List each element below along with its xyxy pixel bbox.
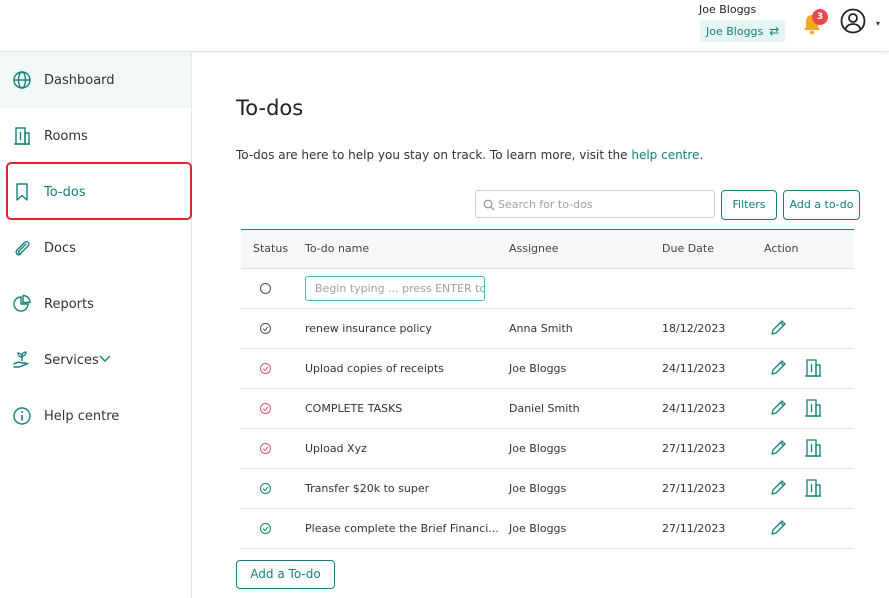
intro-text-body: To-dos are here to help you stay on trac… — [236, 148, 632, 162]
search-icon — [483, 199, 495, 211]
account-switcher[interactable]: Joe Bloggs ⇄ — [700, 20, 785, 42]
new-todo-row — [241, 269, 854, 309]
check-circle-icon[interactable] — [259, 522, 272, 535]
table-header: Status To-do name Assignee Due Date Acti… — [241, 229, 854, 269]
building-icon — [14, 127, 30, 145]
todo-name[interactable]: renew insurance policy — [305, 322, 432, 335]
plant-hand-icon — [13, 351, 29, 368]
todo-assignee: Joe Bloggs — [509, 482, 567, 495]
search-box — [475, 190, 715, 218]
sidebar-item-label: Help centre — [44, 408, 120, 424]
pie-chart-icon — [13, 294, 31, 312]
search-input[interactable] — [498, 195, 708, 213]
pencil-icon[interactable] — [768, 398, 788, 418]
check-circle-icon[interactable] — [259, 402, 272, 415]
todo-assignee: Joe Bloggs — [509, 522, 567, 535]
table-row[interactable]: Transfer $20k to super Joe Bloggs 27/11/… — [241, 469, 854, 509]
table-row[interactable]: Upload copies of receipts Joe Bloggs 24/… — [241, 349, 854, 389]
check-circle-icon[interactable] — [259, 322, 272, 335]
help-centre-link[interactable]: help centre — [631, 148, 699, 162]
add-todo-button[interactable]: Add a to-do — [783, 190, 860, 220]
todo-assignee: Daniel Smith — [509, 402, 580, 415]
sidebar-item-dashboard[interactable]: Dashboard — [0, 52, 191, 108]
table-row[interactable]: COMPLETE TASKS Daniel Smith 24/11/2023 — [241, 389, 854, 429]
table-row[interactable]: renew insurance policy Anna Smith 18/12/… — [241, 309, 854, 349]
page-title: To-dos — [236, 96, 304, 120]
todo-name[interactable]: Transfer $20k to super — [305, 482, 429, 495]
todo-name[interactable]: COMPLETE TASKS — [305, 402, 402, 415]
sidebar: Dashboard Rooms To-dos Docs Reports Serv… — [0, 52, 192, 598]
switch-icon: ⇄ — [769, 24, 780, 38]
sidebar-item-label: Dashboard — [44, 72, 115, 88]
todo-assignee: Anna Smith — [509, 322, 573, 335]
todo-due-date: 24/11/2023 — [662, 362, 726, 375]
filters-button[interactable]: Filters — [721, 190, 777, 220]
top-bar: Joe Bloggs Joe Bloggs ⇄ 3 ▾ — [0, 0, 889, 52]
check-circle-icon[interactable] — [259, 482, 272, 495]
globe-icon — [13, 71, 31, 89]
column-header-action: Action — [764, 242, 799, 255]
sidebar-item-rooms[interactable]: Rooms — [0, 108, 191, 164]
building-icon[interactable] — [803, 478, 823, 498]
intro-text-end: . — [699, 148, 704, 162]
todo-due-date: 27/11/2023 — [662, 442, 726, 455]
pencil-icon[interactable] — [768, 478, 788, 498]
check-circle-icon[interactable] — [259, 442, 272, 455]
new-todo-input[interactable] — [305, 276, 485, 301]
pencil-icon[interactable] — [768, 358, 788, 378]
todo-name[interactable]: Upload copies of receipts — [305, 362, 444, 375]
building-icon[interactable] — [803, 398, 823, 418]
sidebar-item-help-centre[interactable]: Help centre — [0, 388, 191, 444]
sidebar-item-services[interactable]: Services — [0, 332, 191, 388]
empty-circle-icon[interactable] — [259, 282, 272, 295]
selection-highlight — [6, 162, 192, 220]
sidebar-item-label: Rooms — [44, 128, 88, 144]
todo-due-date: 27/11/2023 — [662, 482, 726, 495]
account-label: Joe Bloggs — [706, 25, 764, 38]
todo-due-date: 24/11/2023 — [662, 402, 726, 415]
todo-due-date: 18/12/2023 — [662, 322, 726, 335]
chevron-down-icon[interactable] — [98, 354, 112, 364]
building-icon[interactable] — [803, 358, 823, 378]
pencil-icon[interactable] — [768, 318, 788, 338]
table-row[interactable]: Upload Xyz Joe Bloggs 27/11/2023 — [241, 429, 854, 469]
column-header-due-date: Due Date — [662, 242, 714, 255]
user-name: Joe Bloggs — [699, 3, 757, 16]
building-icon[interactable] — [803, 438, 823, 458]
todo-assignee: Joe Bloggs — [509, 442, 567, 455]
add-todo-bottom-button[interactable]: Add a To-do — [236, 560, 335, 589]
todo-due-date: 27/11/2023 — [662, 522, 726, 535]
pencil-icon[interactable] — [768, 438, 788, 458]
todo-name[interactable]: Please complete the Brief Financi... — [305, 522, 499, 535]
user-avatar-icon[interactable] — [840, 8, 866, 34]
intro-text: To-dos are here to help you stay on trac… — [236, 148, 703, 162]
column-header-status: Status — [253, 242, 289, 255]
sidebar-item-reports[interactable]: Reports — [0, 276, 191, 332]
sidebar-item-label: Docs — [44, 240, 76, 256]
chevron-down-icon[interactable]: ▾ — [876, 19, 880, 28]
todo-name[interactable]: Upload Xyz — [305, 442, 367, 455]
column-header-assignee: Assignee — [509, 242, 559, 255]
info-icon — [13, 407, 31, 425]
sidebar-item-docs[interactable]: Docs — [0, 220, 191, 276]
check-circle-icon[interactable] — [259, 362, 272, 375]
sidebar-item-label: Reports — [44, 296, 94, 312]
column-header-name: To-do name — [305, 242, 370, 255]
todo-assignee: Joe Bloggs — [509, 362, 567, 375]
notification-badge: 3 — [812, 9, 828, 25]
table-row[interactable]: Please complete the Brief Financi... Joe… — [241, 509, 854, 549]
sidebar-item-label: Services — [44, 352, 99, 368]
pencil-icon[interactable] — [768, 518, 788, 538]
paperclip-icon — [15, 240, 30, 256]
